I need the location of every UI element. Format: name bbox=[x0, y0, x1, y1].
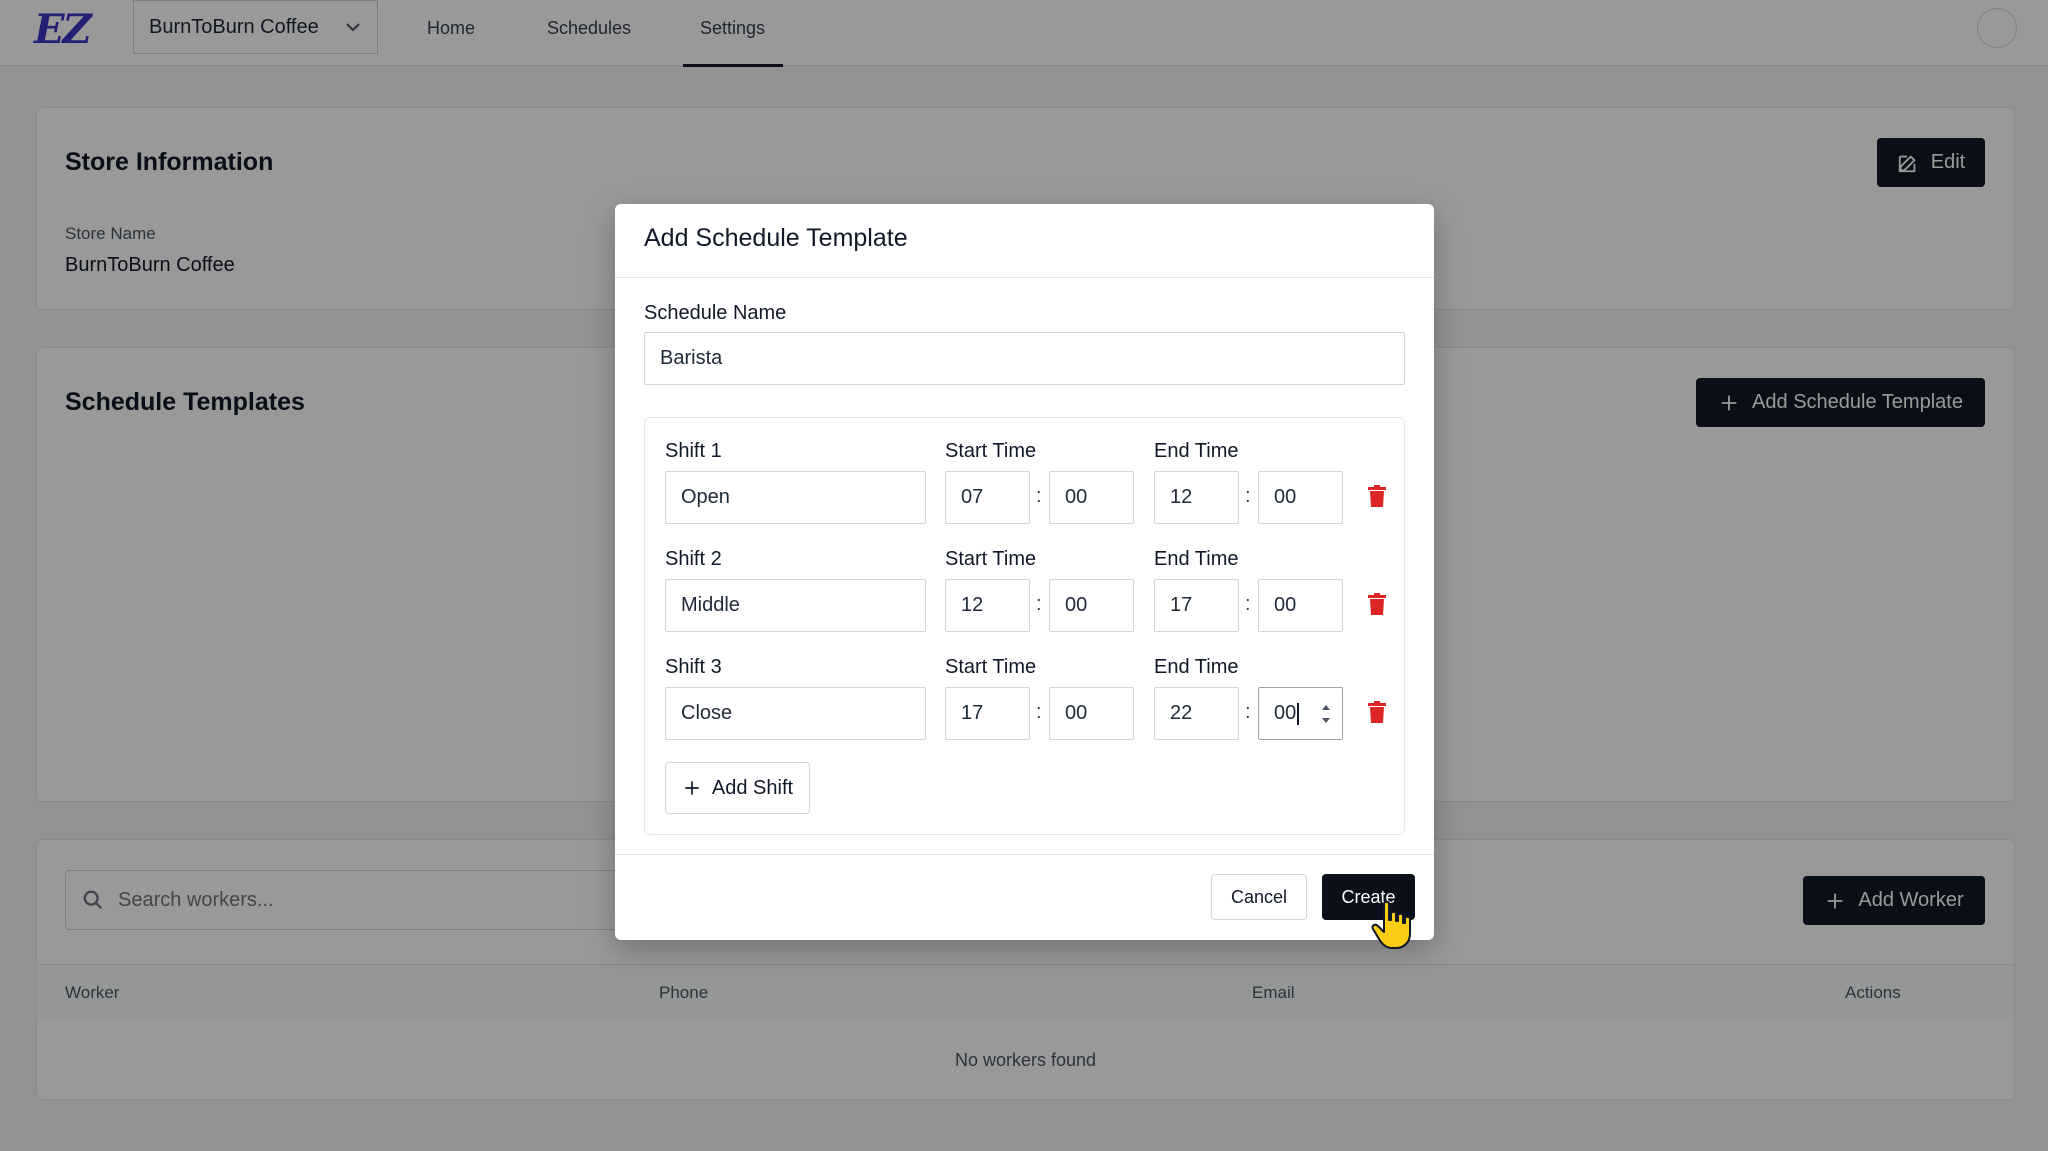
shift-2-start-minute-input[interactable]: 00 bbox=[1049, 579, 1134, 632]
shift-3-start-minute-value: 00 bbox=[1065, 702, 1088, 724]
trash-icon[interactable] bbox=[1367, 485, 1387, 507]
modal-title: Add Schedule Template bbox=[644, 224, 908, 252]
text-caret bbox=[1297, 702, 1300, 725]
shift-1-start-time-label: Start Time bbox=[945, 440, 1037, 462]
shift-1-start-hour-input[interactable]: 07 bbox=[945, 471, 1030, 524]
shift-2-name-input[interactable]: Middle bbox=[665, 579, 926, 632]
schedule-name-value: Barista bbox=[660, 347, 723, 369]
shift-3-label: Shift 3 bbox=[665, 656, 722, 678]
shift-3-end-hour-value: 22 bbox=[1170, 702, 1193, 724]
shift-1-end-minute-input[interactable]: 00 bbox=[1258, 471, 1343, 524]
shift-3-end-minute-value: 00 bbox=[1274, 702, 1297, 724]
time-separator: : bbox=[1036, 485, 1042, 507]
number-spinner-icon[interactable] bbox=[1320, 700, 1332, 728]
shift-1-end-hour-value: 12 bbox=[1170, 486, 1193, 508]
shift-1-start-minute-input[interactable]: 00 bbox=[1049, 471, 1134, 524]
shift-1-end-hour-input[interactable]: 12 bbox=[1154, 471, 1239, 524]
shift-3-end-time-label: End Time bbox=[1154, 656, 1239, 678]
shift-2-end-minute-value: 00 bbox=[1274, 594, 1297, 616]
time-separator: : bbox=[1245, 701, 1251, 723]
shift-3-end-hour-input[interactable]: 22 bbox=[1154, 687, 1239, 740]
schedule-name-label: Schedule Name bbox=[644, 302, 787, 324]
shift-3-name-input[interactable]: Close bbox=[665, 687, 926, 740]
shift-3-start-hour-value: 17 bbox=[961, 702, 984, 724]
shift-2-end-hour-input[interactable]: 17 bbox=[1154, 579, 1239, 632]
shift-2-end-minute-input[interactable]: 00 bbox=[1258, 579, 1343, 632]
trash-icon[interactable] bbox=[1367, 701, 1387, 723]
shift-2-name-value: Middle bbox=[681, 594, 740, 616]
shift-2-start-hour-input[interactable]: 12 bbox=[945, 579, 1030, 632]
plus-icon bbox=[685, 781, 699, 795]
shift-2-start-time-label: Start Time bbox=[945, 548, 1037, 570]
shift-1-name-value: Open bbox=[681, 486, 730, 508]
shift-2-start-hour-value: 12 bbox=[961, 594, 984, 616]
shift-2-start-minute-value: 00 bbox=[1065, 594, 1088, 616]
shift-3-start-hour-input[interactable]: 17 bbox=[945, 687, 1030, 740]
modal-header: Add Schedule Template bbox=[615, 204, 1434, 278]
shift-1-start-hour-value: 07 bbox=[961, 486, 984, 508]
time-separator: : bbox=[1036, 593, 1042, 615]
add-shift-label: Add Shift bbox=[711, 776, 794, 799]
shift-3-end-minute-input[interactable]: 00 bbox=[1258, 687, 1343, 740]
add-shift-button[interactable]: Add Shift bbox=[665, 762, 810, 814]
time-separator: : bbox=[1245, 593, 1251, 615]
shift-3-start-minute-input[interactable]: 00 bbox=[1049, 687, 1134, 740]
shift-2-label: Shift 2 bbox=[665, 548, 722, 570]
trash-icon[interactable] bbox=[1367, 593, 1387, 615]
shift-2-end-time-label: End Time bbox=[1154, 548, 1239, 570]
hand-pointer-cursor-icon bbox=[1371, 900, 1411, 949]
shift-3-start-time-label: Start Time bbox=[945, 656, 1037, 678]
add-schedule-template-modal: Add Schedule Template Schedule Name Bari… bbox=[615, 204, 1434, 940]
shift-1-name-input[interactable]: Open bbox=[665, 471, 926, 524]
shift-1-end-minute-value: 00 bbox=[1274, 486, 1297, 508]
modal-footer-divider bbox=[615, 854, 1434, 855]
shift-1-label: Shift 1 bbox=[665, 440, 722, 462]
shift-2-end-hour-value: 17 bbox=[1170, 594, 1193, 616]
shift-1-end-time-label: End Time bbox=[1154, 440, 1239, 462]
schedule-name-input[interactable]: Barista bbox=[644, 332, 1405, 385]
shift-1-start-minute-value: 00 bbox=[1065, 486, 1088, 508]
cancel-button[interactable]: Cancel bbox=[1211, 874, 1307, 920]
time-separator: : bbox=[1036, 701, 1042, 723]
shift-3-name-value: Close bbox=[681, 702, 733, 724]
time-separator: : bbox=[1245, 485, 1251, 507]
